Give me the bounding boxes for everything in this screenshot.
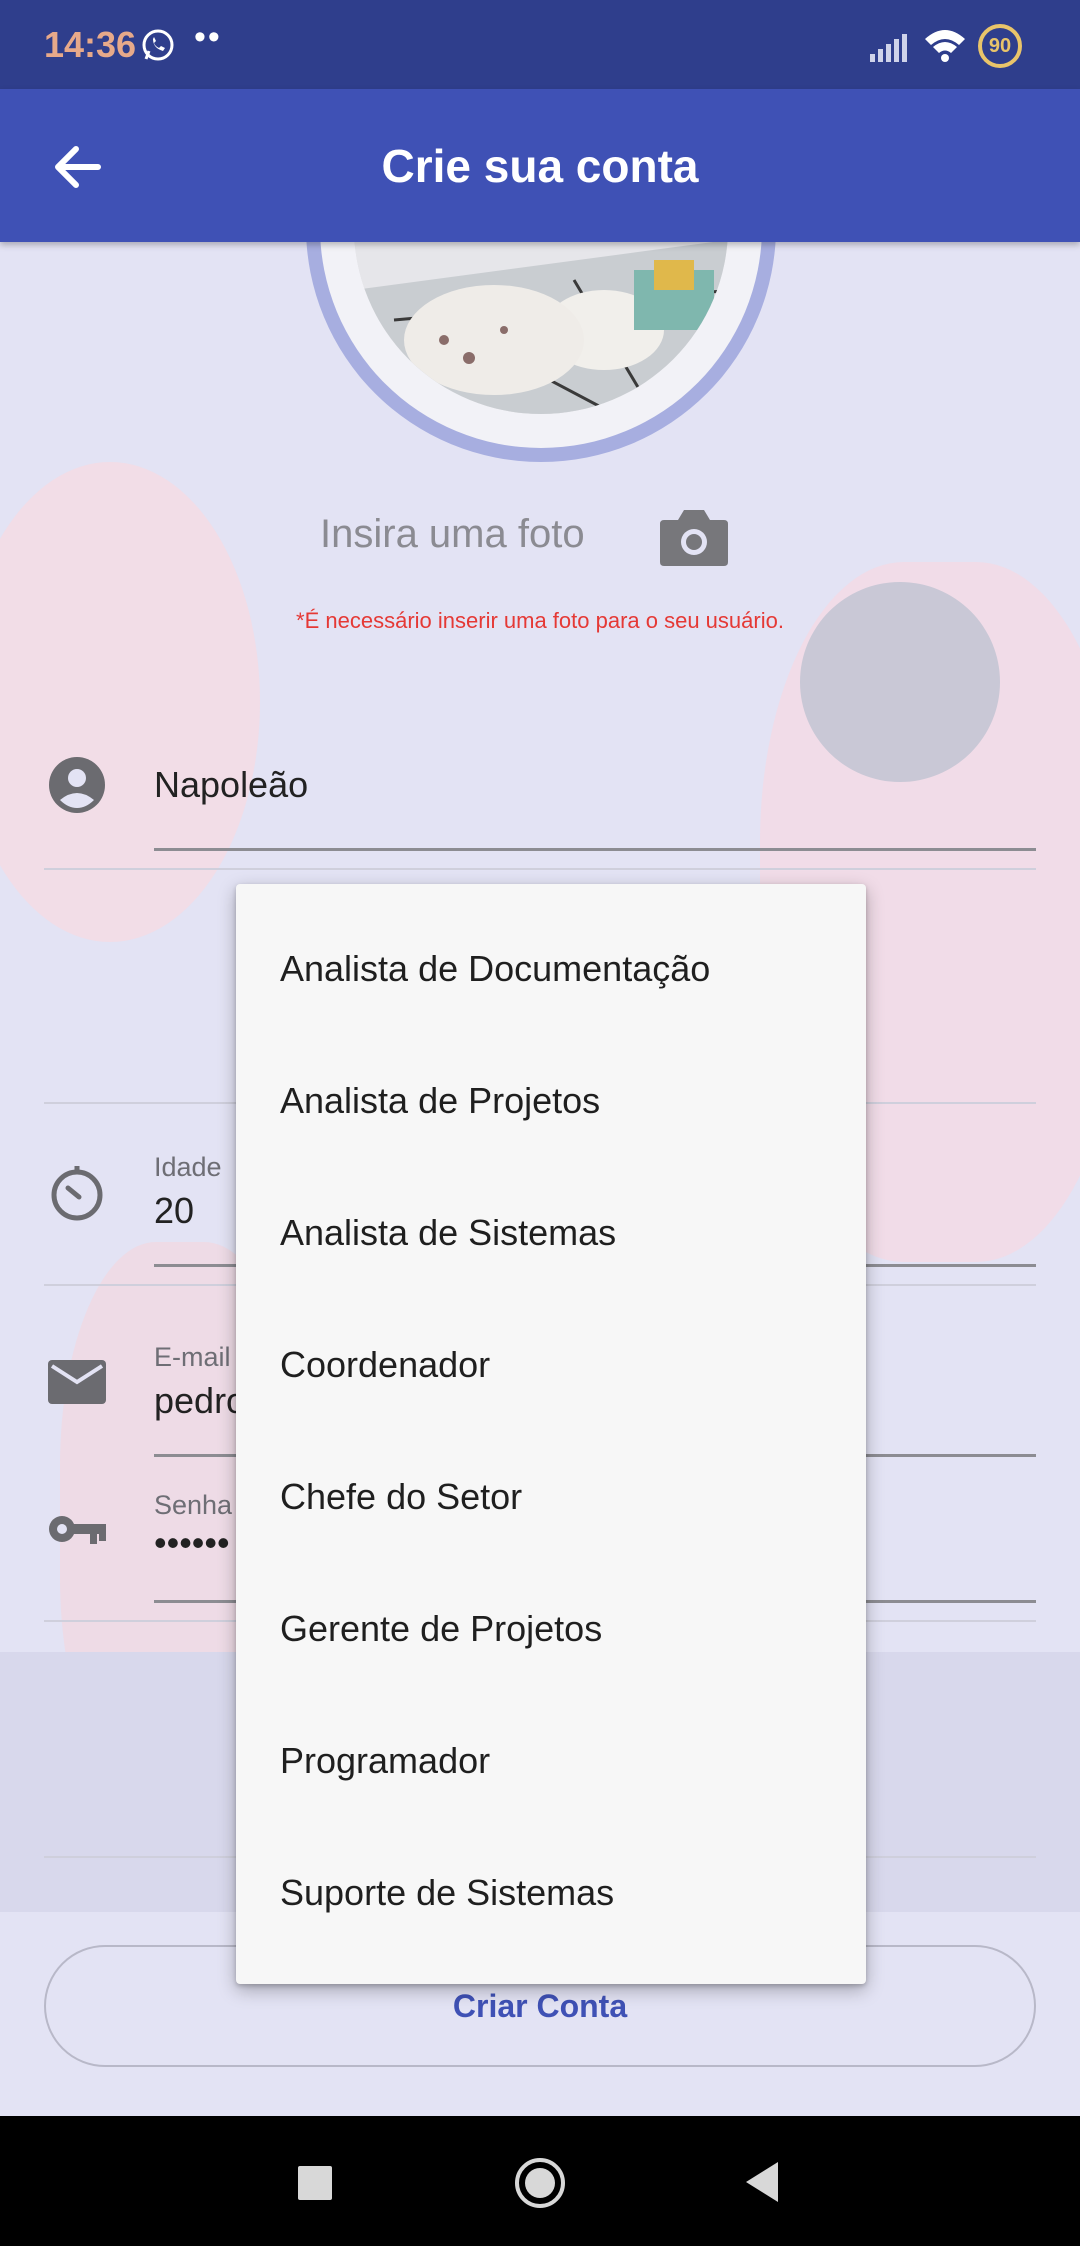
email-icon bbox=[48, 1360, 106, 1404]
battery-level: 90 bbox=[988, 34, 1012, 57]
name-underline bbox=[154, 848, 1036, 851]
role-dropdown-menu: Analista de Documentação Analista de Pro… bbox=[236, 884, 866, 1984]
password-field[interactable]: •••••• bbox=[154, 1522, 230, 1564]
dropdown-item[interactable]: Analista de Documentação bbox=[280, 948, 710, 990]
recent-apps-icon[interactable] bbox=[298, 2166, 332, 2200]
navigation-bar bbox=[0, 2116, 1080, 2246]
age-field[interactable]: 20 bbox=[154, 1190, 194, 1232]
key-icon bbox=[49, 1516, 106, 1544]
password-label: Senha bbox=[154, 1490, 233, 1520]
photo-warning: *É necessário inserir uma foto para o se… bbox=[296, 608, 784, 633]
form-content: Insira uma foto *É necessário inserir um… bbox=[0, 242, 1080, 2116]
dropdown-item[interactable]: Coordenador bbox=[280, 1344, 490, 1386]
dropdown-item[interactable]: Gerente de Projetos bbox=[280, 1608, 602, 1650]
dropdown-item[interactable]: Analista de Projetos bbox=[280, 1080, 600, 1122]
battery-icon: 90 bbox=[978, 24, 1022, 68]
camera-icon[interactable] bbox=[658, 506, 730, 568]
profile-photo-image bbox=[354, 242, 728, 414]
dropdown-item[interactable]: Analista de Sistemas bbox=[280, 1212, 616, 1254]
back-triangle-icon[interactable] bbox=[744, 2160, 780, 2204]
email-field[interactable]: pedro bbox=[154, 1380, 246, 1422]
app-bar: Crie sua conta bbox=[0, 89, 1080, 242]
background-illustration bbox=[0, 462, 260, 942]
divider bbox=[44, 868, 1036, 870]
page-title: Crie sua conta bbox=[381, 140, 699, 192]
account-circle-icon bbox=[49, 757, 105, 813]
age-label: Idade bbox=[154, 1152, 222, 1182]
status-time: 14:36 bbox=[44, 24, 137, 65]
dropdown-item[interactable]: Suporte de Sistemas bbox=[280, 1872, 614, 1914]
dropdown-item[interactable]: Chefe do Setor bbox=[280, 1476, 522, 1518]
name-field[interactable]: Napoleão bbox=[154, 764, 308, 806]
status-bar: 14:36 •• 90 bbox=[0, 0, 1080, 89]
insert-photo-label[interactable]: Insira uma foto bbox=[320, 512, 585, 557]
profile-photo[interactable] bbox=[306, 242, 776, 462]
email-label: E-mail bbox=[154, 1342, 231, 1372]
notification-dots: •• bbox=[194, 18, 222, 56]
timer-icon bbox=[51, 1166, 103, 1221]
wifi-icon bbox=[925, 30, 965, 62]
dropdown-item[interactable]: Programador bbox=[280, 1740, 490, 1782]
home-icon[interactable] bbox=[514, 2157, 566, 2209]
whatsapp-icon bbox=[142, 29, 174, 61]
signal-icon bbox=[870, 34, 907, 62]
